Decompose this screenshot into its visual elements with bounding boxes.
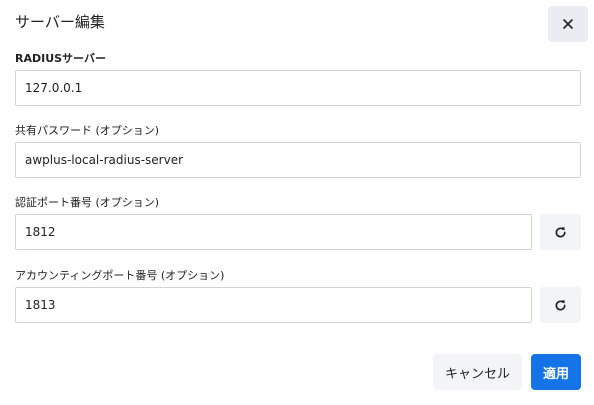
accounting-port-input[interactable] bbox=[15, 287, 532, 323]
dialog-title: サーバー編集 bbox=[15, 13, 105, 31]
auth-port-reset-button[interactable] bbox=[540, 214, 581, 250]
close-button[interactable] bbox=[548, 6, 588, 42]
refresh-icon bbox=[555, 299, 566, 311]
radius-server-label: RADIUSサーバー bbox=[15, 52, 106, 65]
close-icon bbox=[563, 19, 573, 29]
radius-server-input[interactable] bbox=[15, 70, 581, 106]
shared-password-label: 共有パスワード (オプション) bbox=[15, 124, 160, 137]
edit-server-dialog: サーバー編集 RADIUSサーバー 共有パスワード (オプション) 認証ポート番… bbox=[0, 0, 594, 405]
accounting-port-reset-button[interactable] bbox=[540, 287, 581, 323]
shared-password-input[interactable] bbox=[15, 142, 581, 178]
refresh-icon bbox=[555, 226, 566, 238]
accounting-port-label: アカウンティングポート番号 (オプション) bbox=[15, 269, 225, 282]
auth-port-input[interactable] bbox=[15, 214, 532, 250]
cancel-button[interactable]: キャンセル bbox=[433, 354, 522, 390]
auth-port-label: 認証ポート番号 (オプション) bbox=[15, 196, 160, 209]
apply-button[interactable]: 適用 bbox=[531, 354, 581, 390]
